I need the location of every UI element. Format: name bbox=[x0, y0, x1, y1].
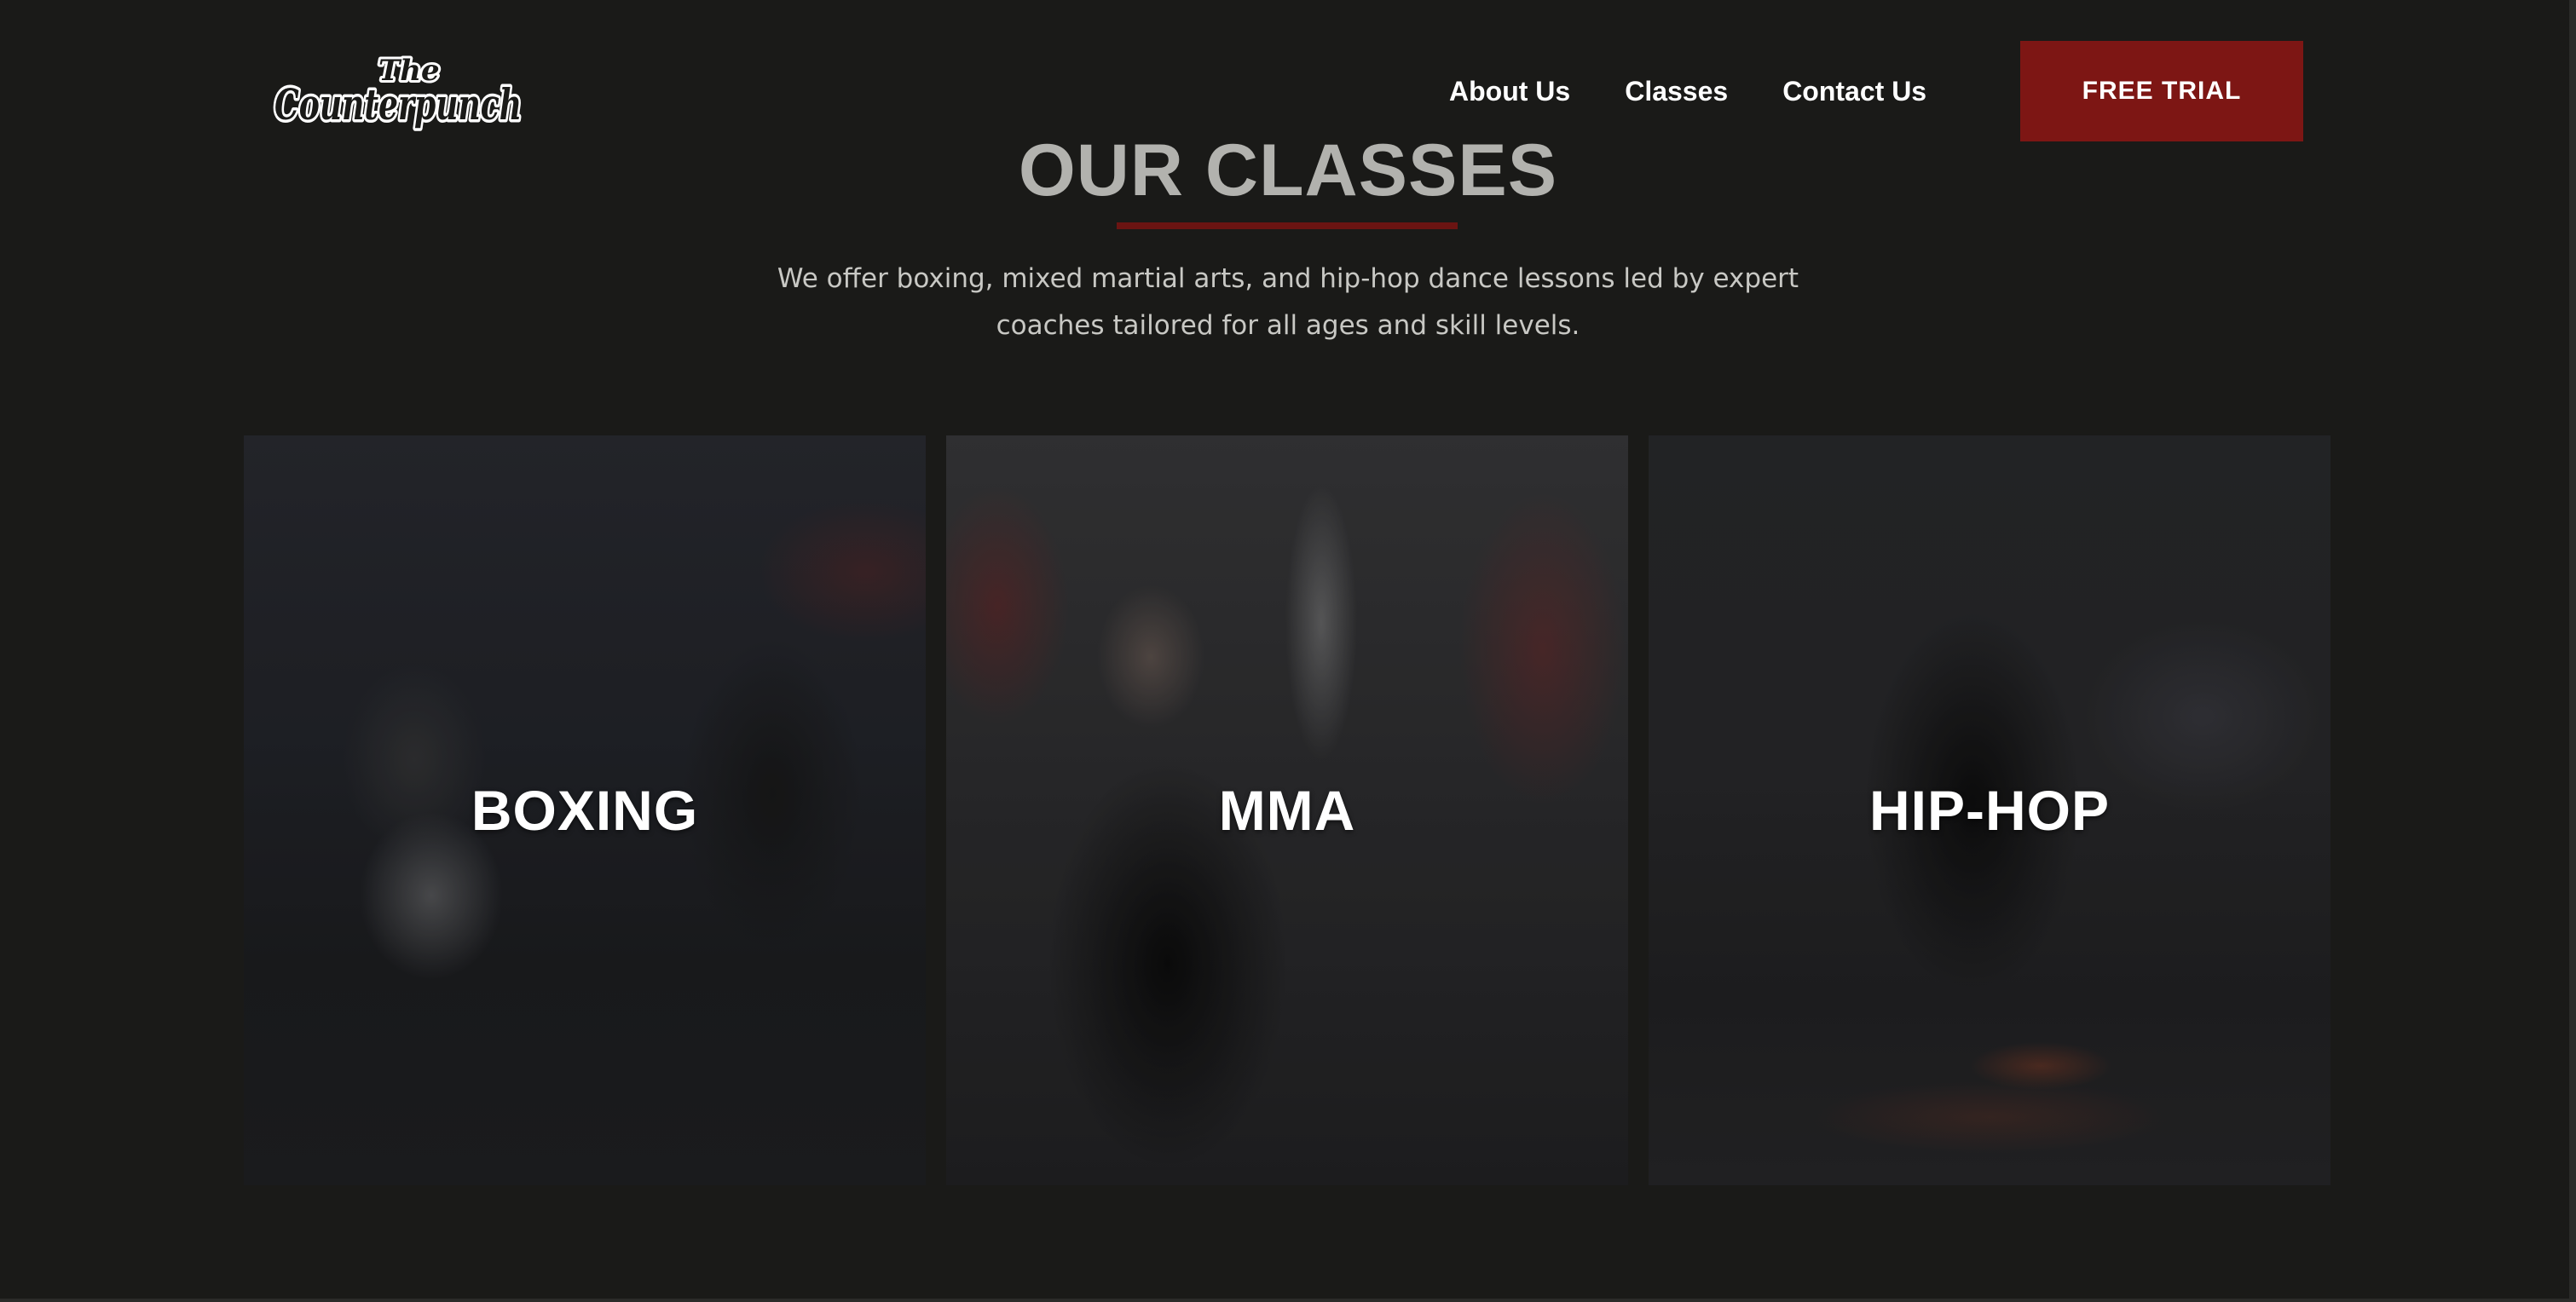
nav-classes[interactable]: Classes bbox=[1625, 76, 1728, 107]
title-underline bbox=[1117, 222, 1458, 229]
window-edge bbox=[2569, 0, 2576, 1302]
page: The The Counterpunch Counterpunch About … bbox=[0, 0, 2576, 1302]
card-label-hip-hop: HIP-HOP bbox=[1868, 779, 2111, 842]
main-nav: About Us Classes Contact Us bbox=[1449, 68, 1926, 114]
card-label-boxing: BOXING bbox=[471, 779, 699, 842]
class-card-hip-hop[interactable]: HIP-HOP bbox=[1649, 435, 2331, 1185]
logo-image: The The Counterpunch Counterpunch bbox=[272, 51, 525, 133]
nav-contact-us[interactable]: Contact Us bbox=[1782, 76, 1926, 107]
window-edge bbox=[0, 1299, 2576, 1302]
section-intro: We offer boxing, mixed martial arts, and… bbox=[777, 263, 1799, 341]
class-card-mma[interactable]: MMA bbox=[946, 435, 1628, 1185]
nav-about-us[interactable]: About Us bbox=[1449, 76, 1570, 107]
class-card-boxing[interactable]: BOXING bbox=[244, 435, 926, 1185]
counterpunch-logo[interactable]: The The Counterpunch Counterpunch bbox=[271, 48, 527, 136]
card-label-mma: MMA bbox=[1218, 779, 1356, 842]
free-trial-button[interactable]: FREE TRIAL bbox=[2020, 41, 2303, 141]
section-title: OUR CLASSES bbox=[1018, 130, 1558, 211]
svg-text:Counterpunch: Counterpunch bbox=[274, 79, 522, 130]
